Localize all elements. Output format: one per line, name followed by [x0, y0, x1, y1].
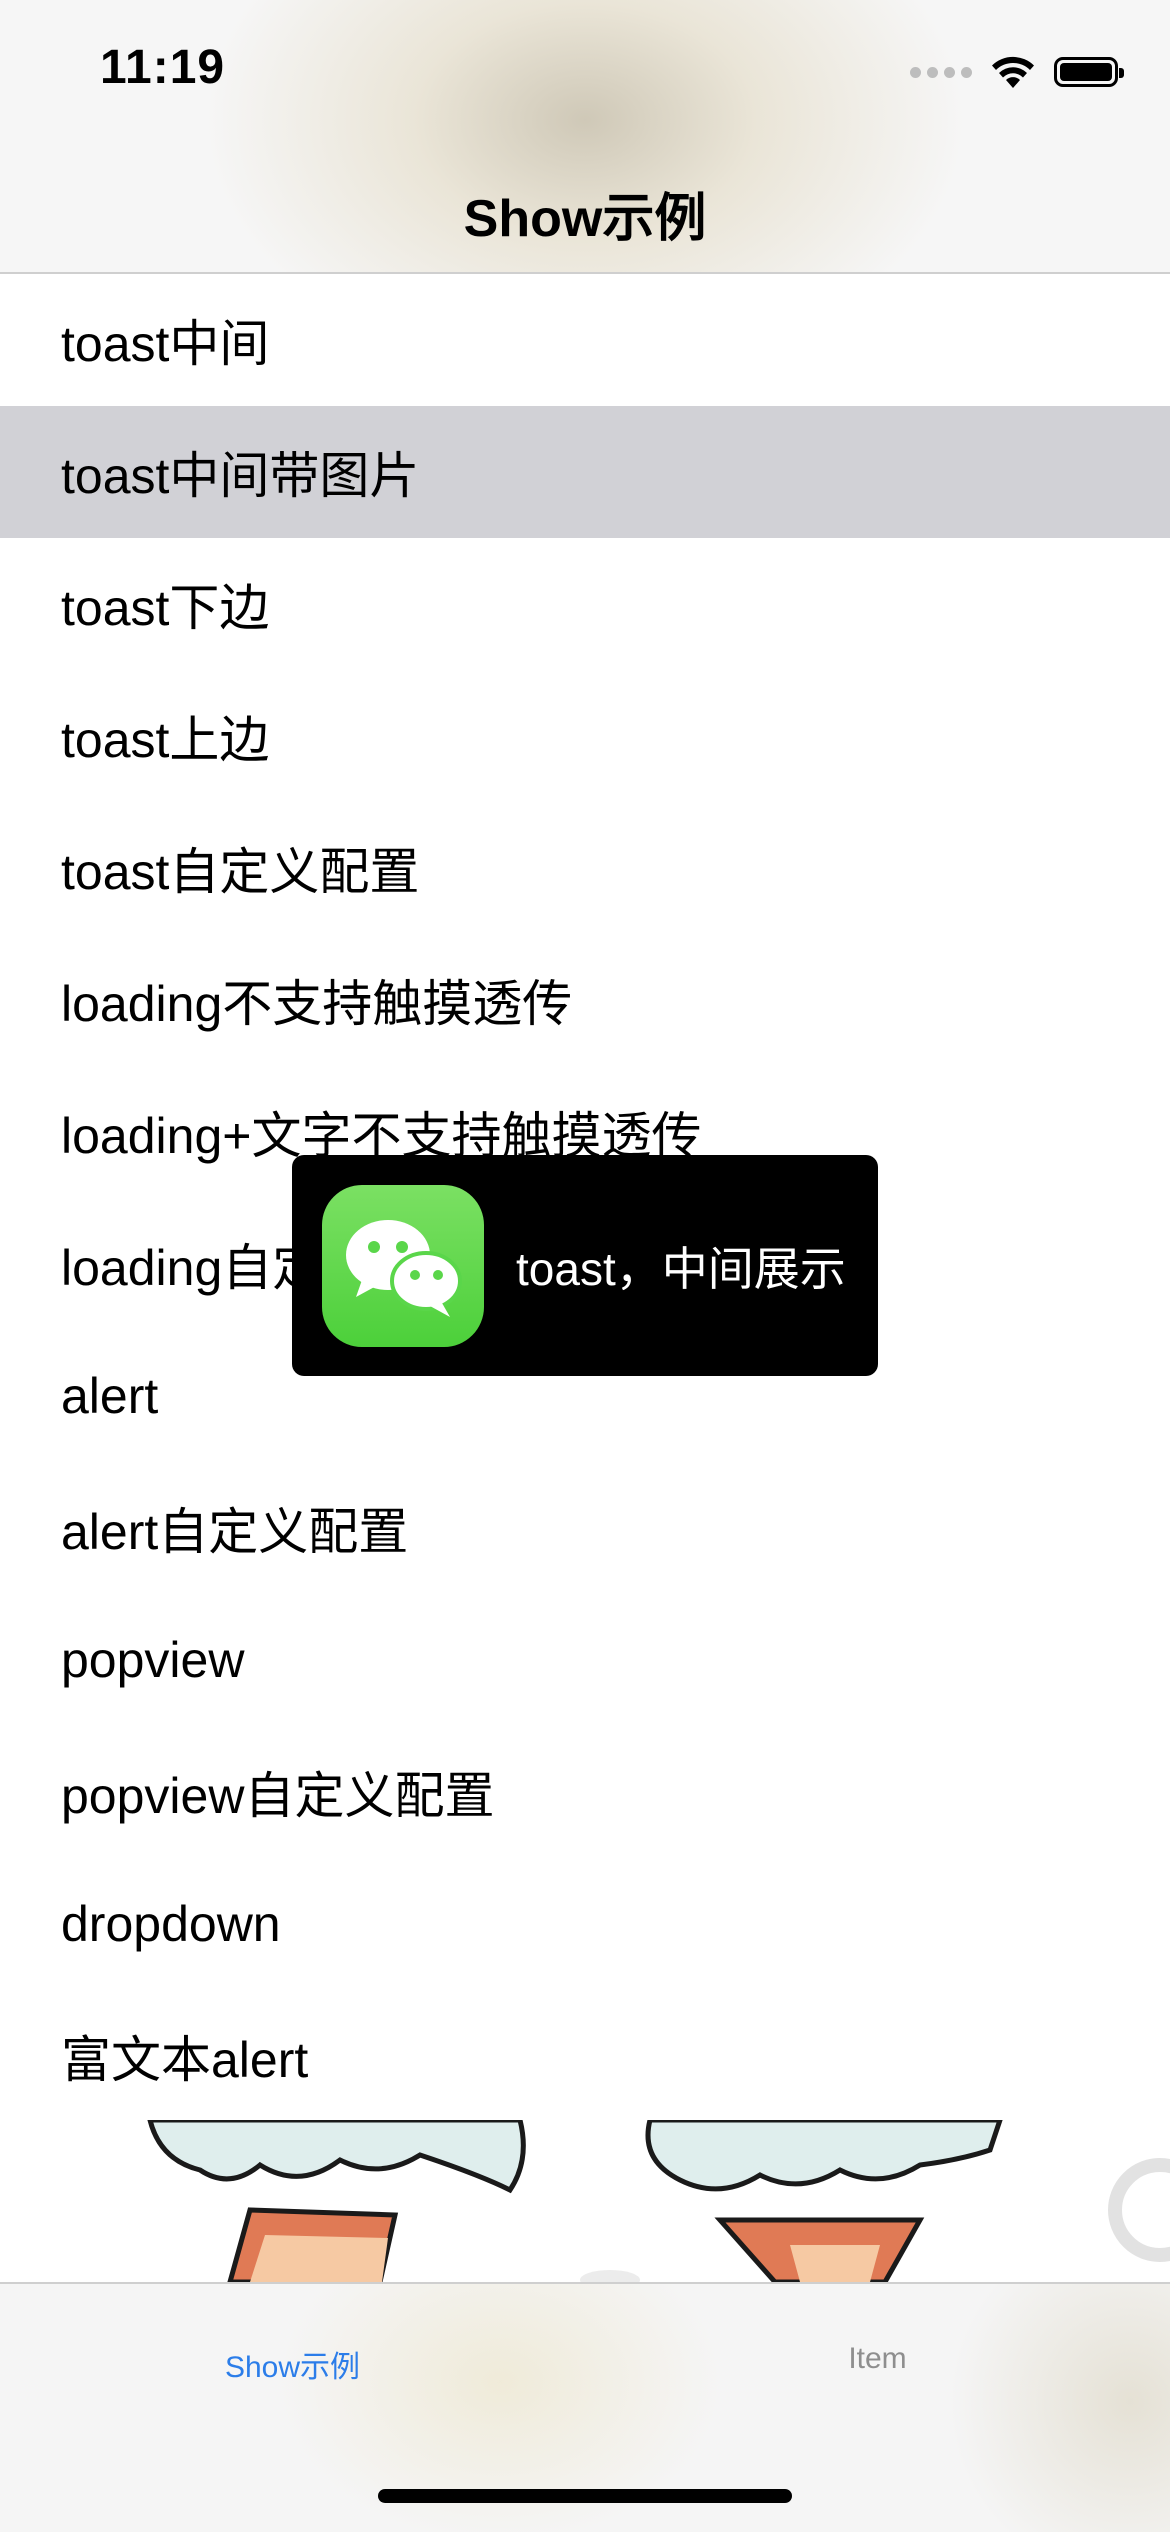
- list-item-loading[interactable]: loading不支持触摸透传: [0, 934, 1170, 1066]
- status-icons: [910, 52, 1124, 92]
- list-item-label: 富文本alert: [61, 2032, 309, 2088]
- list-item-toast-center[interactable]: toast中间: [0, 274, 1170, 406]
- list-item-label: dropdown: [61, 1896, 281, 1952]
- list-item-label: alert自定义配置: [61, 1504, 409, 1560]
- battery-icon: [1054, 57, 1124, 87]
- tab-show-examples[interactable]: Show示例: [0, 2342, 585, 2386]
- toast-message: toast，中间展示: [516, 1242, 846, 1295]
- list-item-label: popview自定义配置: [61, 1768, 495, 1824]
- list-item-toast-center-image[interactable]: toast中间带图片: [0, 406, 1170, 538]
- list-item-label: loading不支持触摸透传: [61, 976, 573, 1032]
- cellular-signal-icon: [910, 66, 972, 78]
- list-item-alert-custom[interactable]: alert自定义配置: [0, 1462, 1170, 1594]
- status-time: 11:19: [100, 41, 226, 94]
- page-title: Show示例: [463, 190, 707, 248]
- tab-item[interactable]: Item: [585, 2342, 1170, 2376]
- list-item-label: alert: [61, 1368, 159, 1424]
- list-item-label: toast上边: [61, 712, 270, 768]
- list-item-label: toast自定义配置: [61, 844, 420, 900]
- list-item-popview[interactable]: popview: [0, 1594, 1170, 1726]
- list-item-label: toast中间: [61, 316, 270, 372]
- navigation-bar: 11:19 Show示例: [0, 0, 1170, 274]
- list-item-toast-custom[interactable]: toast自定义配置: [0, 802, 1170, 934]
- background-illustration: [0, 2120, 1170, 2282]
- list-item-toast-bottom[interactable]: toast下边: [0, 538, 1170, 670]
- toast: toast，中间展示: [292, 1155, 878, 1376]
- home-indicator[interactable]: [378, 2489, 792, 2503]
- wifi-icon: [992, 56, 1034, 88]
- list-item-toast-top[interactable]: toast上边: [0, 670, 1170, 802]
- list-item-label: toast中间带图片: [61, 448, 420, 504]
- list-item-popview-custom[interactable]: popview自定义配置: [0, 1726, 1170, 1858]
- list-item-richtext-alert[interactable]: 富文本alert: [0, 1990, 1170, 2122]
- list-item-label: toast下边: [61, 580, 270, 636]
- wechat-icon: [322, 1184, 484, 1347]
- list-item-label: popview: [61, 1632, 245, 1688]
- list-item-dropdown[interactable]: dropdown: [0, 1858, 1170, 1990]
